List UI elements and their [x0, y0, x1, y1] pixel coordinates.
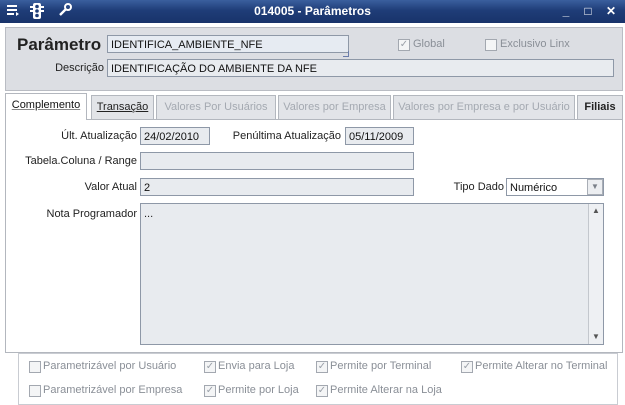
valor-atual-label: Valor Atual: [84, 181, 137, 193]
exclusivo-linx-label: Exclusivo Linx: [500, 38, 570, 50]
minimize-button[interactable]: _: [557, 3, 575, 19]
tab-valores-por-empresa[interactable]: Valores por Empresa: [278, 95, 391, 119]
permite-alterar-loja-label: Permite Alterar na Loja: [330, 384, 442, 396]
resize-handle-icon: [343, 51, 349, 57]
parametrizavel-empresa-label: Parametrizável por Empresa: [43, 384, 183, 396]
descricao-label: Descrição: [55, 62, 104, 74]
chevron-down-icon[interactable]: ▼: [587, 179, 603, 195]
permite-por-terminal-checkbox[interactable]: ✓: [316, 361, 328, 373]
valor-atual-input[interactable]: 2: [140, 178, 414, 196]
tipo-dado-label: Tipo Dado: [453, 181, 504, 193]
permite-por-loja-checkbox[interactable]: ✓: [204, 385, 216, 397]
title-bar: 014005 - Parâmetros _ □ ✕: [0, 0, 625, 23]
nota-programador-label: Nota Programador: [46, 208, 138, 220]
envia-para-loja-checkbox[interactable]: ✓: [204, 361, 216, 373]
tab-valores-por-empresa-e-usuario[interactable]: Valores por Empresa e por Usuário: [393, 95, 575, 119]
permite-alterar-terminal-label: Permite Alterar no Terminal: [475, 360, 608, 372]
penultima-atualizacao-label: Penúltima Atualização: [232, 130, 341, 142]
permite-por-loja-label: Permite por Loja: [218, 384, 299, 396]
nota-programador-textarea[interactable]: ... ▲ ▼: [140, 203, 604, 345]
parametrizavel-usuario-checkbox[interactable]: [29, 361, 41, 373]
tab-label: Transação: [96, 101, 149, 113]
parametro-input[interactable]: IDENTIFICA_AMBIENTE_NFE: [107, 35, 349, 53]
permite-alterar-terminal-checkbox[interactable]: ✓: [461, 361, 473, 373]
tab-transacao[interactable]: Transação: [91, 95, 154, 119]
ult-atualizacao-input[interactable]: 24/02/2010: [140, 127, 210, 145]
parametrizavel-empresa-checkbox[interactable]: [29, 385, 41, 397]
parametrizavel-usuario-label: Parametrizável por Usuário: [43, 360, 177, 372]
tipo-dado-value: Numérico: [510, 182, 558, 194]
tab-valores-por-usuarios[interactable]: Valores Por Usuários: [156, 95, 276, 119]
descricao-input[interactable]: IDENTIFICAÇÃO DO AMBIENTE DA NFE: [107, 59, 614, 77]
envia-para-loja-label: Envia para Loja: [218, 360, 295, 372]
permite-por-terminal-label: Permite por Terminal: [330, 360, 432, 372]
tab-label: Valores Por Usuários: [164, 101, 268, 113]
tab-label: Complemento: [11, 99, 81, 111]
maximize-button[interactable]: □: [579, 3, 597, 19]
nota-programador-text: ...: [144, 208, 154, 220]
tabela-coluna-label: Tabela.Coluna / Range: [25, 155, 137, 167]
parametro-label: Parâmetro: [17, 35, 102, 54]
vertical-scrollbar[interactable]: ▲ ▼: [588, 204, 603, 344]
penultima-atualizacao-input[interactable]: 05/11/2009: [345, 127, 414, 145]
scroll-up-icon[interactable]: ▲: [589, 204, 603, 218]
exclusivo-linx-checkbox[interactable]: [485, 39, 497, 51]
tab-label: Valores por Empresa: [283, 101, 386, 113]
ult-atualizacao-label: Últ. Atualização: [61, 130, 137, 142]
tab-label: Valores por Empresa e por Usuário: [398, 101, 570, 113]
tabela-coluna-input[interactable]: [140, 152, 414, 170]
permite-alterar-loja-checkbox[interactable]: ✓: [316, 385, 328, 397]
tab-label: Filiais: [584, 101, 616, 113]
tab-filiais[interactable]: Filiais: [577, 95, 623, 119]
global-label: Global: [413, 38, 445, 50]
tab-complemento[interactable]: Complemento: [5, 93, 87, 120]
global-checkbox[interactable]: ✓: [398, 39, 410, 51]
scroll-down-icon[interactable]: ▼: [589, 330, 603, 344]
close-button[interactable]: ✕: [602, 3, 620, 19]
window-title: 014005 - Parâmetros: [254, 4, 371, 18]
